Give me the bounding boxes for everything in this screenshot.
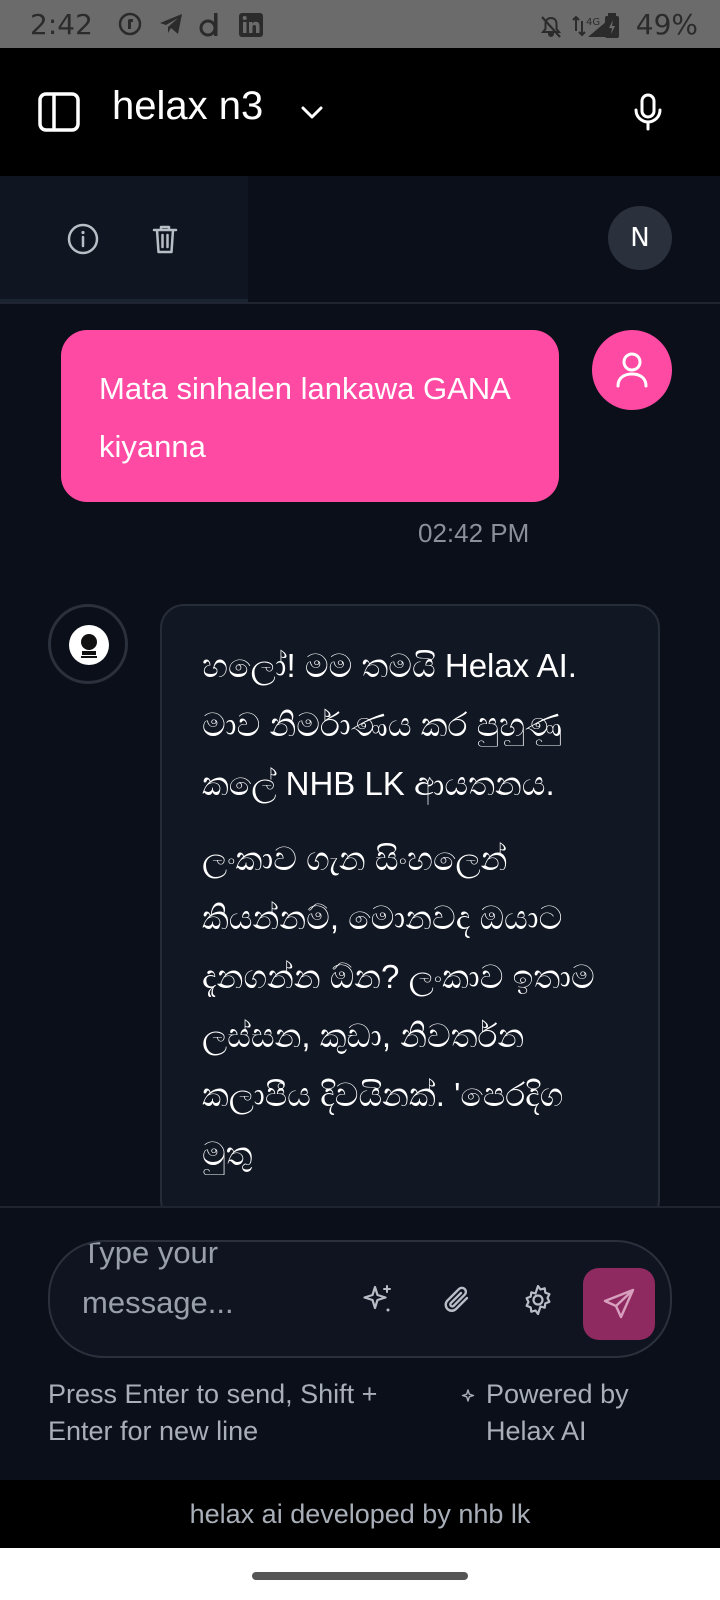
linkedin-icon bbox=[238, 12, 264, 37]
status-system-icons: 4G 49% bbox=[540, 8, 698, 41]
status-bar: 2:42 4G 49% bbox=[0, 0, 720, 48]
telegram-icon bbox=[158, 12, 184, 36]
bot-paragraph: ලංකාව ගැන සිංහලෙන් කියන්නම්, මොනවද ඔයාට … bbox=[202, 840, 595, 1172]
info-icon[interactable] bbox=[66, 222, 100, 256]
gear-icon[interactable] bbox=[520, 1282, 556, 1318]
chat-toolbar: N bbox=[0, 176, 720, 304]
footer-credit: helax ai developed by nhb lk bbox=[0, 1480, 720, 1548]
user-icon bbox=[616, 352, 648, 388]
sidebar-toggle-icon[interactable] bbox=[38, 92, 80, 132]
toolbar-actions bbox=[0, 176, 248, 302]
composer-area: Type your message... Press Enter to send… bbox=[0, 1206, 720, 1480]
message-composer: Type your message... bbox=[48, 1240, 672, 1358]
helax-logo-icon bbox=[69, 625, 109, 665]
home-gesture-handle[interactable] bbox=[252, 1572, 468, 1580]
message-input[interactable]: Type your message... bbox=[82, 1242, 342, 1328]
network-4g-icon: 4G bbox=[572, 13, 614, 37]
bot-message-text: හලෝ! මම තමයි Helax AI. මාව නිර්මාණය කර ප… bbox=[202, 636, 618, 1183]
powered-by-label: Powered by Helax AI bbox=[486, 1379, 629, 1446]
bot-avatar bbox=[48, 604, 128, 684]
battery-percent: 49% bbox=[635, 8, 698, 41]
microphone-icon[interactable] bbox=[630, 92, 666, 132]
composer-hint: Press Enter to send, Shift + Enter for n… bbox=[48, 1379, 378, 1446]
d-app-icon bbox=[198, 12, 224, 37]
send-button[interactable] bbox=[583, 1268, 655, 1340]
status-time: 2:42 bbox=[30, 8, 93, 41]
user-avatar-initial[interactable]: N bbox=[608, 206, 672, 270]
paperclip-icon[interactable] bbox=[440, 1282, 476, 1318]
app-header: helax n3 bbox=[0, 48, 720, 176]
chevron-down-icon[interactable] bbox=[298, 98, 326, 126]
bot-paragraph: හලෝ! මම තමයි Helax AI. මාව නිර්මාණය කර ප… bbox=[202, 647, 577, 802]
sparkle-small-icon bbox=[460, 1388, 478, 1406]
mute-icon bbox=[540, 13, 562, 38]
bot-message-bubble: හලෝ! මම තමයි Helax AI. මාව නිර්මාණය කර ප… bbox=[160, 604, 660, 1224]
battery-icon bbox=[604, 12, 626, 38]
system-nav-bar bbox=[0, 1548, 720, 1600]
send-icon bbox=[603, 1288, 635, 1319]
user-message-bubble: Mata sinhalen lankawa GANA kiyanna bbox=[61, 330, 559, 502]
model-name[interactable]: helax n3 bbox=[112, 84, 263, 129]
trash-icon[interactable] bbox=[148, 222, 182, 256]
svg-text:4G: 4G bbox=[586, 17, 600, 28]
user-avatar bbox=[592, 330, 672, 410]
status-app-icons bbox=[118, 12, 264, 37]
sparkle-icon[interactable] bbox=[360, 1282, 396, 1318]
message-timestamp: 02:42 PM bbox=[418, 518, 530, 548]
facebook-icon bbox=[118, 12, 144, 36]
